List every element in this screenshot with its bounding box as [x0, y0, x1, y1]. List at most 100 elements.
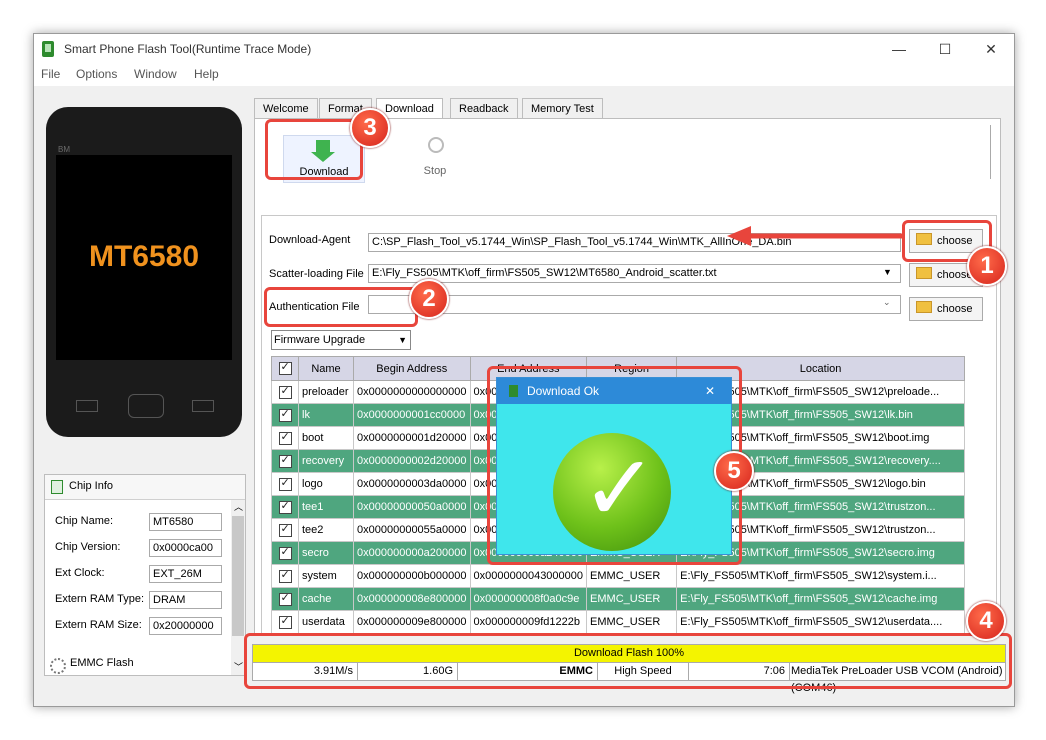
- row-checkbox[interactable]: [271, 564, 299, 588]
- cell-name: tee1: [298, 495, 354, 519]
- cell-begin: 0x0000000000000000: [353, 380, 471, 404]
- cell-name: lk: [298, 403, 354, 427]
- row-checkbox[interactable]: [271, 495, 299, 519]
- checkbox-icon: [278, 360, 292, 375]
- highlight-mode-select: [264, 287, 418, 327]
- ext-clock-value: EXT_26M: [149, 565, 222, 583]
- stop-icon: [428, 137, 444, 153]
- chip-icon: [51, 480, 63, 494]
- cell-region: EMMC_USER: [586, 587, 678, 611]
- table-row[interactable]: cache0x000000008e8000000x000000008f0a0c9…: [271, 587, 965, 611]
- cell-begin: 0x0000000002d20000: [353, 449, 471, 473]
- red-arrow-icon: [727, 226, 903, 246]
- cell-begin: 0x0000000001d20000: [353, 426, 471, 450]
- step-badge-1: 1: [967, 246, 1007, 286]
- gear-icon: [50, 658, 66, 674]
- checkbox-icon: [278, 568, 292, 583]
- tab-welcome[interactable]: Welcome: [254, 98, 318, 120]
- cell-begin: 0x000000000b000000: [353, 564, 471, 588]
- tab-memory-test[interactable]: Memory Test: [522, 98, 603, 120]
- tab-readback[interactable]: Readback: [450, 98, 518, 120]
- menu-options[interactable]: Options: [76, 67, 117, 81]
- download-mode-value: Firmware Upgrade: [274, 334, 366, 346]
- close-button[interactable]: ✕: [968, 34, 1014, 64]
- menu-file[interactable]: File: [41, 67, 60, 81]
- folder-icon: [916, 301, 932, 313]
- ram-size-value: 0x20000000: [149, 617, 222, 635]
- step-badge-2: 2: [409, 279, 449, 319]
- chip-name-label: Chip Name:: [55, 515, 114, 527]
- ext-clock-label: Ext Clock:: [55, 567, 105, 579]
- cell-begin: 0x0000000003da0000: [353, 472, 471, 496]
- stop-button[interactable]: Stop: [395, 135, 475, 183]
- cell-begin: 0x00000000050a0000: [353, 495, 471, 519]
- phone-chip-label: MT6580: [88, 240, 200, 273]
- table-row[interactable]: userdata0x000000009e8000000x000000009fd1…: [271, 610, 965, 634]
- highlight-status-bar: [244, 633, 1012, 689]
- scatter-file-label: Scatter-loading File: [269, 268, 364, 280]
- cell-begin: 0x000000008e800000: [353, 587, 471, 611]
- cell-region: EMMC_USER: [586, 610, 678, 634]
- col-name: Name: [298, 356, 354, 381]
- checkbox-icon: [278, 453, 292, 468]
- cell-name: secro: [298, 541, 354, 565]
- choose-auth-button[interactable]: choose: [909, 297, 983, 321]
- cell-end: 0x000000008f0a0c9e: [469, 587, 588, 611]
- download-mode-select[interactable]: Firmware Upgrade ▼: [271, 330, 411, 350]
- col-begin-address: Begin Address: [353, 356, 471, 381]
- cell-name: cache: [298, 587, 354, 611]
- cell-begin: 0x00000000055a0000: [353, 518, 471, 542]
- table-row[interactable]: system0x000000000b0000000x00000000430000…: [271, 564, 965, 588]
- menu-help[interactable]: Help: [194, 67, 219, 81]
- row-checkbox[interactable]: [271, 541, 299, 565]
- chip-name-value: MT6580: [149, 513, 222, 531]
- row-checkbox[interactable]: [271, 380, 299, 404]
- menu-key-icon: [76, 400, 98, 412]
- phone-screen: BM MT6580: [56, 145, 232, 360]
- menu-window[interactable]: Window: [134, 67, 177, 81]
- chip-info-title: Chip Info: [69, 480, 114, 492]
- chip-version-value: 0x0000ca00: [149, 539, 222, 557]
- phone-brand-label: BM: [58, 145, 70, 154]
- cell-begin: 0x000000000a200000: [353, 541, 471, 565]
- row-checkbox[interactable]: [271, 610, 299, 634]
- highlight-dialog: [487, 366, 742, 565]
- checkbox-icon: [278, 499, 292, 514]
- minimize-button[interactable]: —: [876, 34, 922, 64]
- scatter-dropdown-icon[interactable]: ▼: [883, 267, 892, 277]
- checkbox-icon: [278, 545, 292, 560]
- row-checkbox[interactable]: [271, 472, 299, 496]
- ram-type-label: Extern RAM Type:: [55, 593, 145, 605]
- scroll-down-icon[interactable]: ﹀: [234, 660, 243, 673]
- step-badge-4: 4: [966, 601, 1006, 641]
- scroll-up-icon[interactable]: ︿: [234, 500, 243, 513]
- row-checkbox[interactable]: [271, 449, 299, 473]
- select-all-checkbox[interactable]: [271, 356, 299, 381]
- row-checkbox[interactable]: [271, 426, 299, 450]
- cell-location: E:\Fly_FS505\MTK\off_firm\FS505_SW12\cac…: [676, 587, 965, 611]
- cell-location: E:\Fly_FS505\MTK\off_firm\FS505_SW12\sys…: [676, 564, 965, 588]
- row-checkbox[interactable]: [271, 587, 299, 611]
- title-bar[interactable]: Smart Phone Flash Tool(Runtime Trace Mod…: [34, 34, 1014, 64]
- chip-info-scrollbar[interactable]: ︿ ﹀: [231, 500, 245, 675]
- maximize-button[interactable]: ☐: [922, 34, 968, 64]
- checkbox-icon: [278, 614, 292, 629]
- chevron-down-icon: ▼: [398, 335, 407, 345]
- checkbox-icon: [278, 384, 292, 399]
- row-checkbox[interactable]: [271, 518, 299, 542]
- cell-name: boot: [298, 426, 354, 450]
- row-checkbox[interactable]: [271, 403, 299, 427]
- folder-icon: [916, 267, 932, 279]
- choose-label: choose: [937, 303, 973, 315]
- highlight-download-button: [265, 119, 363, 180]
- ram-type-value: DRAM: [149, 591, 222, 609]
- scroll-thumb[interactable]: [232, 516, 244, 636]
- cell-name: logo: [298, 472, 354, 496]
- stop-button-label: Stop: [423, 165, 447, 177]
- auth-dropdown-icon[interactable]: ⌄: [883, 297, 891, 308]
- ram-size-label: Extern RAM Size:: [55, 619, 142, 631]
- scatter-file-field[interactable]: E:\Fly_FS505\MTK\off_firm\FS505_SW12\MT6…: [368, 264, 901, 283]
- chip-info-header[interactable]: Chip Info: [45, 475, 245, 500]
- cell-begin: 0x000000009e800000: [353, 610, 471, 634]
- app-icon: [42, 41, 54, 57]
